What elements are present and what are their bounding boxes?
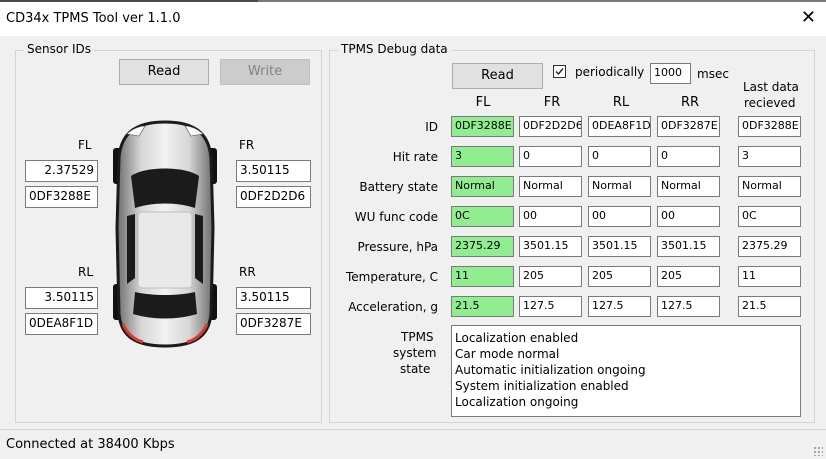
- row-label: Acceleration, g: [348, 300, 438, 314]
- status-bar: Connected at 38400 Kbps: [0, 429, 826, 459]
- fl-id-field[interactable]: 0DF3288E: [25, 186, 98, 208]
- row-label: Battery state: [359, 180, 438, 194]
- row-label: Pressure, hPa: [357, 240, 438, 254]
- cell-last-received[interactable]: 11: [738, 266, 801, 287]
- periodically-checkbox[interactable]: [553, 65, 566, 78]
- rr-id-field[interactable]: 0DF3287E: [236, 313, 311, 335]
- row-label: WU func code: [354, 210, 438, 224]
- cell-fr[interactable]: 00: [519, 206, 582, 227]
- cell-rl[interactable]: 0: [588, 146, 651, 167]
- system-state-label-line3: state: [400, 362, 431, 376]
- cell-last-received[interactable]: 0DF3288E: [738, 116, 801, 137]
- system-state-line: Localization ongoing: [455, 395, 579, 409]
- cell-rl[interactable]: Normal: [588, 176, 651, 197]
- cell-last-received[interactable]: 2375.29: [738, 236, 801, 257]
- cell-fr[interactable]: 127.5: [519, 296, 582, 317]
- connection-status: Connected at 38400 Kbps: [6, 437, 175, 452]
- system-state-line: Automatic initialization ongoing: [455, 363, 646, 377]
- cell-rr[interactable]: 127.5: [657, 296, 720, 317]
- cell-fl[interactable]: 11: [451, 266, 514, 287]
- rl-id-field[interactable]: 0DEA8F1D: [25, 313, 98, 335]
- periodically-label[interactable]: periodically: [575, 65, 644, 79]
- cell-fl[interactable]: 0C: [451, 206, 514, 227]
- row-label: Hit rate: [392, 150, 438, 164]
- check-mark-icon: [555, 68, 564, 76]
- cell-rr[interactable]: 0DF3287E: [657, 116, 720, 137]
- cell-last-received[interactable]: 3: [738, 146, 801, 167]
- cell-last-received[interactable]: 0C: [738, 206, 801, 227]
- resize-grip-icon[interactable]: [813, 446, 823, 456]
- cell-rl[interactable]: 0DEA8F1D: [588, 116, 651, 137]
- cell-rl[interactable]: 3501.15: [588, 236, 651, 257]
- cell-fr[interactable]: Normal: [519, 176, 582, 197]
- cell-rl[interactable]: 205: [588, 266, 651, 287]
- last-data-header-line1: Last data: [743, 80, 799, 94]
- sensor-ids-title: Sensor IDs: [24, 42, 94, 56]
- system-state-label-line1: TPMS: [401, 330, 434, 344]
- column-header-rr: RR: [680, 95, 700, 110]
- system-state-label-line2: system: [393, 346, 437, 360]
- column-header-fl: FL: [475, 95, 491, 110]
- row-label: ID: [425, 120, 438, 134]
- sensor-write-button[interactable]: Write: [220, 59, 310, 85]
- column-header-fr: FR: [543, 95, 561, 110]
- cell-fr[interactable]: 3501.15: [519, 236, 582, 257]
- system-state-line: System initialization enabled: [455, 379, 629, 393]
- system-state-line: Localization enabled: [455, 331, 579, 345]
- cell-rr[interactable]: 205: [657, 266, 720, 287]
- fl-value-field[interactable]: 2.37529: [25, 160, 98, 182]
- debug-group-title: TPMS Debug data: [338, 42, 451, 56]
- cell-fr[interactable]: 205: [519, 266, 582, 287]
- cell-rl[interactable]: 127.5: [588, 296, 651, 317]
- fr-id-field[interactable]: 0DF2D2D6: [236, 186, 311, 208]
- row-label: Temperature, C: [345, 270, 438, 284]
- rl-value-field[interactable]: 3.50115: [25, 287, 98, 309]
- cell-fr[interactable]: 0: [519, 146, 582, 167]
- car-top-view-icon: [113, 120, 217, 348]
- column-header-rl: RL: [612, 95, 630, 110]
- sensor-read-button[interactable]: Read: [119, 59, 209, 85]
- interval-field[interactable]: 1000: [650, 63, 691, 84]
- cell-last-received[interactable]: Normal: [738, 176, 801, 197]
- cell-fl[interactable]: 21.5: [451, 296, 514, 317]
- rr-label: RR: [239, 265, 256, 279]
- rl-label: RL: [78, 265, 94, 279]
- cell-rr[interactable]: 3501.15: [657, 236, 720, 257]
- interval-unit-label: msec: [697, 67, 729, 81]
- cell-fl[interactable]: 0DF3288E: [451, 116, 514, 137]
- fr-label: FR: [239, 138, 255, 152]
- cell-rl[interactable]: 00: [588, 206, 651, 227]
- cell-fl[interactable]: Normal: [451, 176, 514, 197]
- debug-read-button[interactable]: Read: [452, 63, 543, 89]
- close-icon[interactable]: ✕: [801, 8, 816, 28]
- fr-value-field[interactable]: 3.50115: [236, 160, 311, 182]
- cell-fr[interactable]: 0DF2D2D6: [519, 116, 582, 137]
- cell-fl[interactable]: 2375.29: [451, 236, 514, 257]
- last-data-header-line2: recieved: [744, 96, 796, 110]
- window-title: CD34x TPMS Tool ver 1.1.0: [6, 11, 181, 26]
- cell-rr[interactable]: Normal: [657, 176, 720, 197]
- cell-fl[interactable]: 3: [451, 146, 514, 167]
- system-state-field[interactable]: Localization enabled Car mode normal Aut…: [451, 325, 801, 417]
- system-state-line: Car mode normal: [455, 347, 560, 361]
- rr-value-field[interactable]: 3.50115: [236, 287, 311, 309]
- cell-last-received[interactable]: 21.5: [738, 296, 801, 317]
- fl-label: FL: [78, 138, 92, 152]
- cell-rr[interactable]: 0: [657, 146, 720, 167]
- title-bar: CD34x TPMS Tool ver 1.1.0 ✕: [0, 2, 826, 36]
- cell-rr[interactable]: 00: [657, 206, 720, 227]
